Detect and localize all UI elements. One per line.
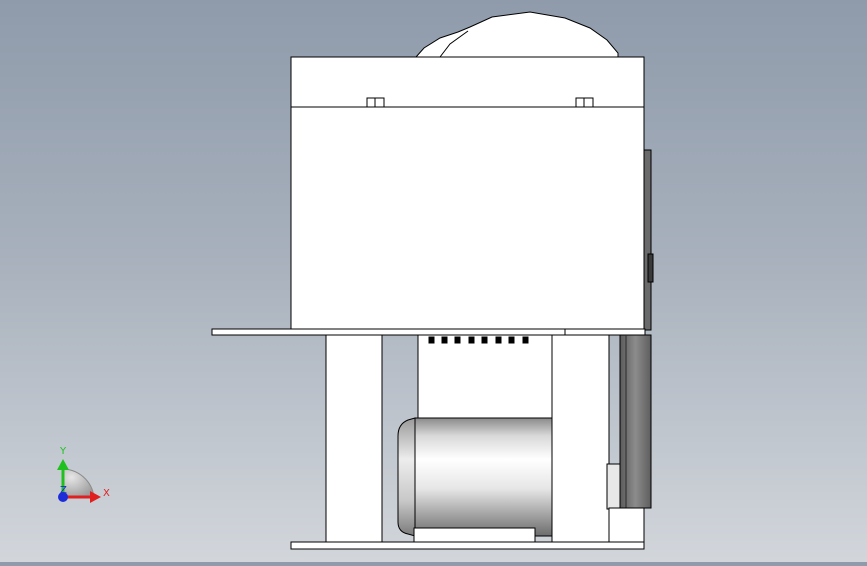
axis-triad: Y X Z bbox=[57, 446, 110, 503]
motor-foot bbox=[413, 527, 536, 543]
right-leg[interactable] bbox=[551, 334, 610, 543]
right-leg-foot bbox=[606, 463, 621, 510]
wheel-guard[interactable] bbox=[414, 11, 619, 58]
center-column[interactable] bbox=[417, 334, 553, 426]
model-canvas[interactable]: Y X Z bbox=[0, 0, 867, 562]
rear-panel-knob bbox=[647, 253, 654, 283]
machine-model[interactable] bbox=[211, 11, 654, 550]
main-housing[interactable] bbox=[290, 106, 645, 330]
right-leg-plate bbox=[608, 507, 645, 543]
y-axis-label: Y bbox=[59, 446, 67, 457]
left-leg[interactable] bbox=[325, 334, 383, 543]
graphics-viewport[interactable]: Y X Z bbox=[0, 0, 867, 562]
table-plate[interactable] bbox=[211, 328, 646, 336]
base-plate[interactable] bbox=[290, 541, 645, 550]
z-axis-label: Z bbox=[60, 485, 67, 496]
belt-cover[interactable] bbox=[619, 334, 652, 509]
x-axis-arrow bbox=[90, 491, 101, 503]
motor-endcap[interactable] bbox=[397, 417, 416, 537]
motor-body[interactable] bbox=[414, 417, 553, 537]
x-axis-label: X bbox=[103, 488, 110, 499]
y-axis-arrow bbox=[57, 459, 69, 470]
